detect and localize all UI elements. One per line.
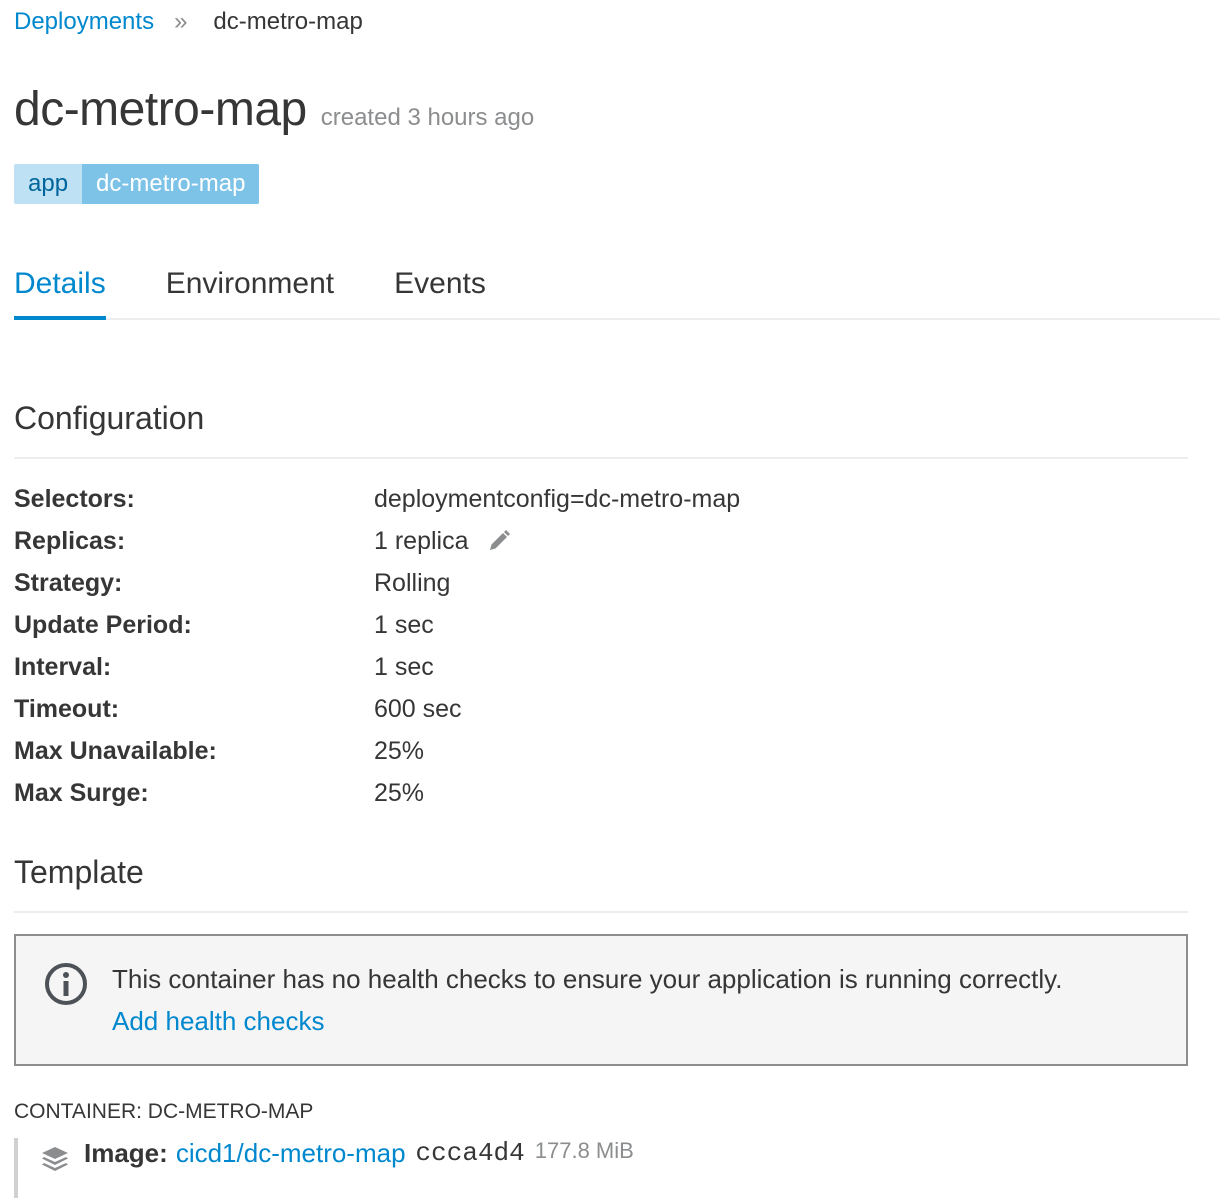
config-key: Max Unavailable: [14,736,217,765]
page-title: dc-metro-map [14,83,307,136]
config-row-max-surge: Max Surge: 25% [14,772,1188,814]
config-key: Interval: [14,652,112,681]
health-check-alert: This container has no health checks to e… [14,934,1188,1066]
config-row-timeout: Timeout: 600 sec [14,688,1188,730]
breadcrumb: Deployments » dc-metro-map [14,6,363,38]
configuration-list: Selectors: deploymentconfig=dc-metro-map… [14,478,1188,814]
breadcrumb-current: dc-metro-map [213,8,363,35]
alert-message: This container has no health checks to e… [112,964,1063,994]
image-hash: ccca4d4 [415,1138,525,1168]
config-key: Selectors: [14,484,135,513]
config-value: Rolling [374,568,451,597]
config-row-strategy: Strategy: Rolling [14,562,1188,604]
config-value: 600 sec [374,694,462,723]
breadcrumb-deployments-link[interactable]: Deployments [14,8,154,36]
config-key: Max Surge: [14,778,149,807]
template-title: Template [14,854,1188,913]
label-key[interactable]: app [14,164,83,204]
config-key: Strategy: [14,568,123,597]
pencil-icon[interactable] [487,529,511,553]
label-value[interactable]: dc-metro-map [82,164,260,204]
layers-icon [40,1144,70,1174]
config-value: deploymentconfig=dc-metro-map [374,484,741,513]
config-value: 25% [374,778,425,807]
config-value-wrapper: 1 replica [374,527,511,556]
tab-environment[interactable]: Environment [166,262,334,320]
config-key: Update Period: [14,610,192,639]
image-label: Image: [84,1138,168,1168]
tab-bar: Details Environment Events [14,262,1220,320]
config-row-interval: Interval: 1 sec [14,646,1188,688]
container-heading: CONTAINER: DC-METRO-MAP [14,1100,314,1123]
page-header: dc-metro-map created 3 hours ago [14,82,534,137]
breadcrumb-separator: » [174,8,188,35]
tab-details[interactable]: Details [14,262,106,320]
config-key: Timeout: [14,694,120,723]
config-key: Replicas: [14,526,126,555]
info-circle-icon [42,960,90,1008]
config-value: 1 replica [374,526,469,555]
config-value: 1 sec [374,652,434,681]
configuration-title: Configuration [14,400,1188,459]
image-link[interactable]: cicd1/dc-metro-map [176,1138,406,1169]
created-timestamp: created 3 hours ago [320,104,535,131]
config-row-replicas: Replicas: 1 replica [14,520,1188,562]
alert-body: This container has no health checks to e… [112,958,1062,1064]
config-value: 25% [374,736,425,765]
config-row-selectors: Selectors: deploymentconfig=dc-metro-map [14,478,1188,520]
container-details: Image: cicd1/dc-metro-map ccca4d4 177.8 … [14,1138,1188,1198]
label-chip[interactable]: app dc-metro-map [14,164,260,204]
add-health-checks-link[interactable]: Add health checks [112,1000,1062,1042]
config-value: 1 sec [374,610,434,639]
config-row-max-unavailable: Max Unavailable: 25% [14,730,1188,772]
tab-events[interactable]: Events [394,262,486,320]
image-size: 177.8 MiB [534,1138,634,1163]
config-row-update-period: Update Period: 1 sec [14,604,1188,646]
